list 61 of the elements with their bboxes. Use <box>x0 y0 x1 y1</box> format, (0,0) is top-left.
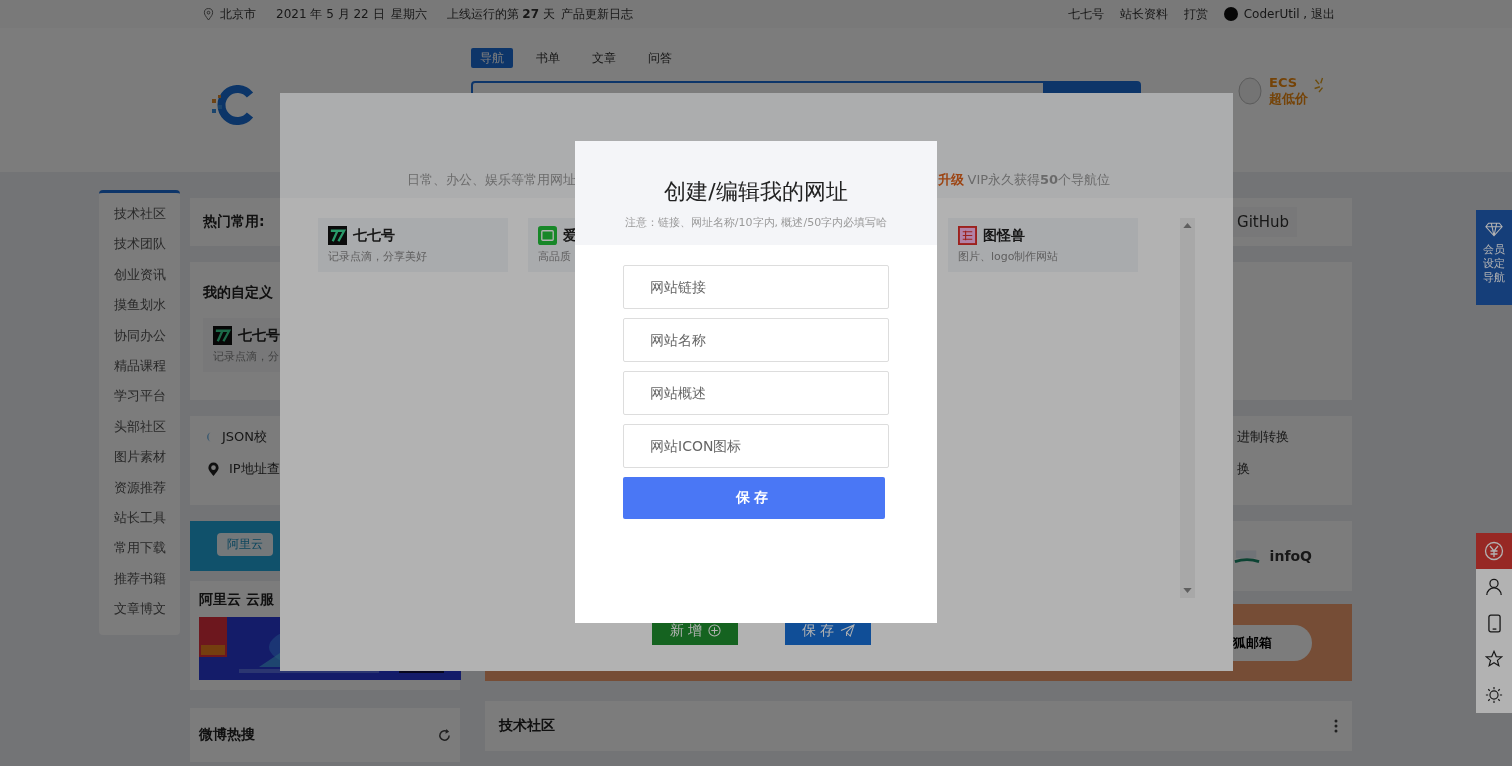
section-title: 热门常用: <box>203 213 265 231</box>
sidebar-item[interactable]: 摸鱼划水 <box>99 290 180 321</box>
ad-title: ECS <box>1269 75 1299 91</box>
sidebar-item[interactable]: 推荐书籍 <box>99 563 180 595</box>
site-description: 记录点滴，分享美好 <box>328 249 428 264</box>
member-label: 会员设定导航 <box>1483 243 1505 285</box>
section-title: 微博热搜 <box>199 726 255 744</box>
dialog-subtitle: VIP永久获得50个导航位 <box>967 172 1111 187</box>
sidebar-item[interactable]: 资源推荐 <box>99 472 180 504</box>
tool-link[interactable]: 换 <box>1237 460 1335 478</box>
tool-link[interactable]: 进制转换 <box>1237 428 1335 446</box>
ad-subtitle: 超低价 <box>1269 91 1308 107</box>
nav-tab[interactable]: 问答 <box>639 48 681 68</box>
changelog-link[interactable]: 产品更新日志 <box>560 5 633 23</box>
tool-link[interactable]: IP地址查 <box>229 460 280 478</box>
section-title: 技术社区 <box>499 717 555 735</box>
sidebar-item[interactable]: 常用下载 <box>99 533 180 564</box>
site-name: 爱 <box>563 226 577 245</box>
dialog-note: 注意：链接、网址名称/10字内, 概述/50字内必填写哈 <box>624 215 888 230</box>
sidebar-item[interactable]: 技术社区 <box>99 199 180 230</box>
nav-tab[interactable]: 书单 <box>527 48 569 68</box>
cloud-tab[interactable]: 阿里云 <box>217 533 273 556</box>
nav-tab[interactable]: 文章 <box>583 48 625 68</box>
location-text: 北京市 <box>220 5 256 23</box>
sidebar-item[interactable]: 文章博文 <box>99 594 180 625</box>
sidebar-item[interactable]: 创业资讯 <box>99 259 180 291</box>
uptime-text: 上线运行的第 27 天 <box>446 5 555 23</box>
input-field[interactable]: 网站概述 <box>623 371 889 415</box>
sidebar-item[interactable]: 图片素材 <box>99 442 180 473</box>
top-link[interactable]: 打赏 <box>1183 5 1208 23</box>
sidebar-item[interactable]: 精品课程 <box>99 351 180 382</box>
section-title: 阿里云 云服 <box>199 591 274 609</box>
sidebar-item[interactable]: 头部社区 <box>99 411 180 443</box>
user-link[interactable]: CoderUtil , 退出 <box>1243 5 1335 23</box>
site-name: 七七号 <box>238 326 280 345</box>
tool-link[interactable]: JSON校 <box>222 428 268 446</box>
site-name: 七七号 <box>353 226 395 245</box>
sidebar-item[interactable]: 站长工具 <box>99 503 180 534</box>
site-description: 图片、logo制作网站 <box>958 249 1060 264</box>
upgrade-link[interactable]: 升级 <box>937 172 964 187</box>
sidebar-item[interactable]: 技术团队 <box>99 229 180 260</box>
nav-tab[interactable]: 导航 <box>471 48 513 68</box>
sidebar-item[interactable]: 学习平台 <box>99 381 180 412</box>
site-link[interactable]: infoQ <box>1269 548 1312 564</box>
dialog-subtitle: 日常、办公、娱乐等常用网址 <box>405 171 576 189</box>
site-card[interactable]: 七七号 记录点滴，分享美好 <box>318 218 508 272</box>
member-button[interactable]: 会员设定导航 <box>1476 210 1512 305</box>
site-name: 图怪兽 <box>983 226 1025 245</box>
input-field[interactable]: 网站链接 <box>623 265 889 309</box>
sidebar-item[interactable]: 协同办公 <box>99 320 180 352</box>
section-title: 我的自定义 <box>203 284 273 302</box>
site-card[interactable]: 图怪兽 图片、logo制作网站 <box>948 218 1138 272</box>
date-text: 2021 年 5 月 22 日 <box>276 5 385 23</box>
input-field[interactable]: 网站ICON图标 <box>623 424 889 468</box>
weekday-text: 星期六 <box>390 5 427 23</box>
input-field[interactable]: 网站名称 <box>623 318 889 362</box>
top-link[interactable]: 七七号 <box>1067 5 1104 23</box>
dialog-title: 创建/编辑我的网址 <box>664 178 848 206</box>
save-button[interactable]: 保存 <box>623 477 885 519</box>
site-description: 高品质 <box>538 249 572 264</box>
top-link[interactable]: 站长资料 <box>1119 5 1168 23</box>
